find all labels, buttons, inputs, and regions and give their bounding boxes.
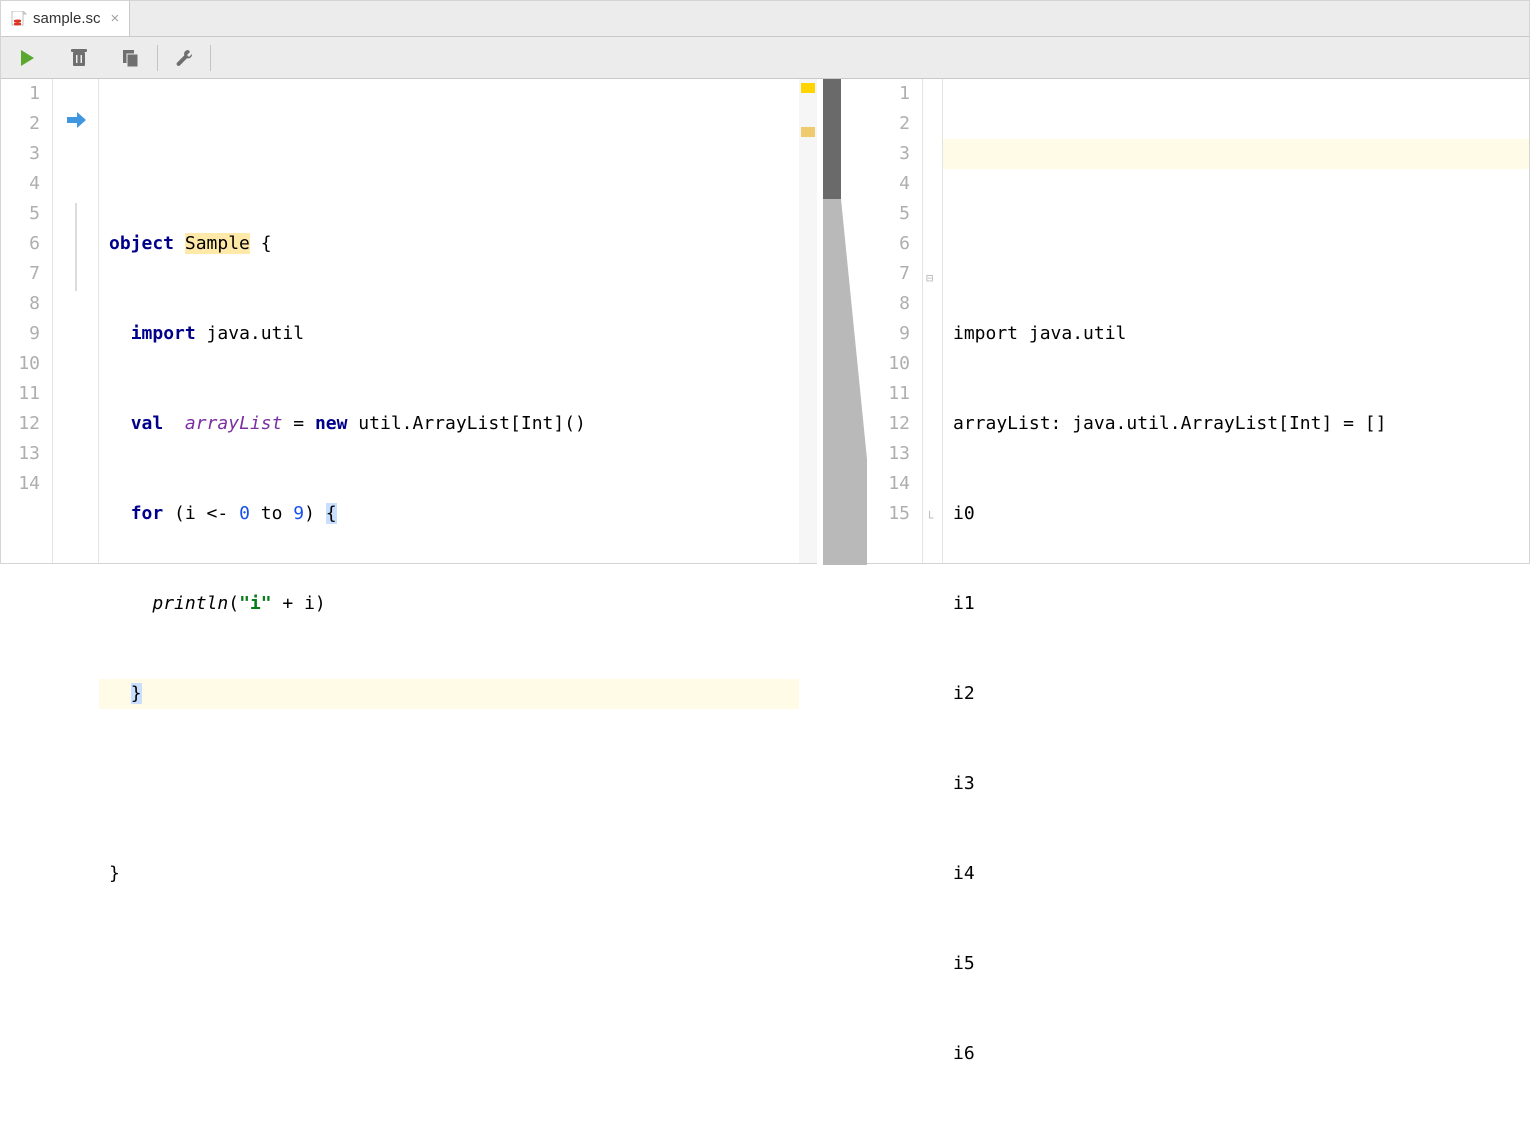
line-number: 12 xyxy=(1,409,40,439)
right-gutter[interactable]: 1 2 3 4 5 6 7 8 9 10 11 12 13 14 15 xyxy=(867,79,923,563)
code-editor[interactable]: object Sample { import java.util val arr… xyxy=(99,79,799,563)
output-pane: 1 2 3 4 5 6 7 8 9 10 11 12 13 14 15 ⊟ └ xyxy=(867,79,1529,563)
line-number: 9 xyxy=(1,319,40,349)
worksheet-toolbar xyxy=(1,37,1529,79)
splitter-graphic xyxy=(817,79,867,565)
output-view[interactable]: import java.util arrayList: java.util.Ar… xyxy=(943,79,1529,563)
pane-splitter[interactable] xyxy=(817,79,867,563)
tab-label: sample.sc xyxy=(33,10,101,27)
line-number: 14 xyxy=(1,469,40,499)
fold-column[interactable]: ⊟ └ xyxy=(923,79,943,563)
code-line: for (i <- 0 to 9) { xyxy=(99,499,799,529)
output-line: i6 xyxy=(943,1039,1529,1069)
line-number: 15 xyxy=(867,499,910,529)
line-number: 10 xyxy=(867,349,910,379)
line-number: 8 xyxy=(867,289,910,319)
line-number: 11 xyxy=(1,379,40,409)
output-line: i5 xyxy=(943,949,1529,979)
line-number: 6 xyxy=(1,229,40,259)
line-number: 11 xyxy=(867,379,910,409)
left-gutter[interactable]: 1 2 3 4 5 6 7 8 9 10 11 12 13 14 xyxy=(1,79,53,563)
output-line xyxy=(943,139,1529,169)
output-line: import java.util xyxy=(943,319,1529,349)
line-number: 2 xyxy=(1,109,40,139)
copy-button[interactable] xyxy=(105,37,157,78)
line-number: 9 xyxy=(867,319,910,349)
play-icon xyxy=(18,49,36,67)
fold-end-icon: └ xyxy=(926,503,933,533)
editor-tabs: sample.sc × xyxy=(1,1,1529,37)
clear-button[interactable] xyxy=(53,37,105,78)
wrench-icon xyxy=(174,48,194,68)
line-number: 13 xyxy=(867,439,910,469)
line-number: 3 xyxy=(867,139,910,169)
code-line xyxy=(99,1039,799,1069)
line-number: 13 xyxy=(1,439,40,469)
code-line xyxy=(99,949,799,979)
code-line: } xyxy=(99,679,799,709)
worksheet-editor: sample.sc × xyxy=(0,0,1530,564)
code-pane: 1 2 3 4 5 6 7 8 9 10 11 12 13 14 xyxy=(1,79,817,563)
output-line: i3 xyxy=(943,769,1529,799)
split-view: 1 2 3 4 5 6 7 8 9 10 11 12 13 14 xyxy=(1,79,1529,563)
line-number: 5 xyxy=(1,199,40,229)
line-number: 1 xyxy=(867,79,910,109)
marker-stripe[interactable] xyxy=(799,79,817,563)
code-line xyxy=(99,769,799,799)
scala-file-icon xyxy=(11,11,27,27)
line-number: 7 xyxy=(1,259,40,289)
line-number: 10 xyxy=(1,349,40,379)
current-line-arrow-icon xyxy=(65,109,87,141)
code-line: println("i" + i) xyxy=(99,589,799,619)
output-line: i4 xyxy=(943,859,1529,889)
line-number: 4 xyxy=(867,169,910,199)
trash-icon xyxy=(70,48,88,68)
line-number: 6 xyxy=(867,229,910,259)
change-marker[interactable] xyxy=(801,127,815,137)
gutter-icons xyxy=(53,79,99,563)
run-button[interactable] xyxy=(1,37,53,78)
line-number: 4 xyxy=(1,169,40,199)
indent-guide xyxy=(75,203,77,291)
line-number: 2 xyxy=(867,109,910,139)
output-line xyxy=(943,229,1529,259)
line-number: 14 xyxy=(867,469,910,499)
toolbar-separator xyxy=(210,45,211,71)
warning-marker[interactable] xyxy=(801,83,815,93)
copy-icon xyxy=(121,48,141,68)
line-number: 5 xyxy=(867,199,910,229)
code-line: } xyxy=(99,859,799,889)
line-number: 3 xyxy=(1,139,40,169)
object-name: Sample xyxy=(185,233,250,254)
code-line xyxy=(99,139,799,169)
code-line: object Sample { xyxy=(99,229,799,259)
tab-sample-sc[interactable]: sample.sc × xyxy=(1,1,130,36)
line-number: 8 xyxy=(1,289,40,319)
settings-button[interactable] xyxy=(158,37,210,78)
line-number: 1 xyxy=(1,79,40,109)
output-line: i2 xyxy=(943,679,1529,709)
line-number: 12 xyxy=(867,409,910,439)
fold-toggle-icon[interactable]: ⊟ xyxy=(926,263,933,293)
output-line: i0 xyxy=(943,499,1529,529)
output-line: arrayList: java.util.ArrayList[Int] = [] xyxy=(943,409,1529,439)
code-line: import java.util xyxy=(99,319,799,349)
close-tab-icon[interactable]: × xyxy=(111,10,120,27)
line-number: 7 xyxy=(867,259,910,289)
output-line: i1 xyxy=(943,589,1529,619)
code-line: val arrayList = new util.ArrayList[Int](… xyxy=(99,409,799,439)
